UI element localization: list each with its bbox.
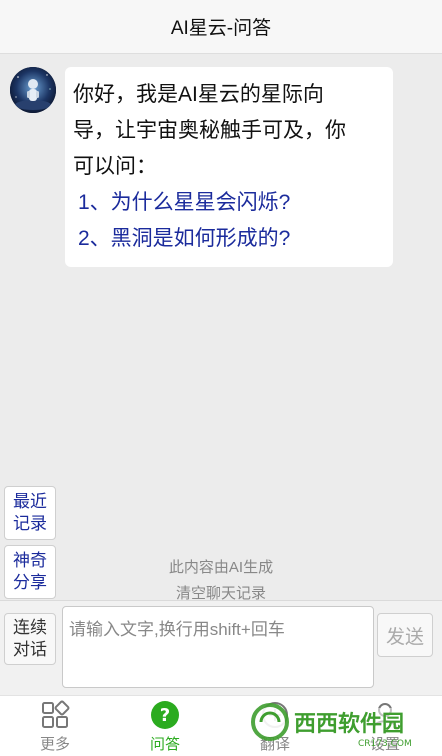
suggested-question-2[interactable]: 2、黑洞是如何形成的? [73,221,385,257]
continuous-dialog-label-1: 连续 [13,618,47,637]
question-icon: ? [151,701,179,729]
recent-records-label-2: 记录 [13,514,47,533]
tab-qa[interactable]: ? 问答 [110,696,220,756]
chat-area: 你好，我是AI星云的星际向 导，让宇宙奥秘触手可及，你 可以问： 1、为什么星星… [0,54,442,600]
bottom-tab-bar: 更多 ? 问答 翻译 设置 [0,695,442,756]
message-text-line: 导，让宇宙奥秘触手可及，你 [73,119,346,142]
page-title: AI星云-问答 [170,18,272,39]
svg-text:?: ? [160,705,170,726]
tab-settings-label: 设置 [369,736,400,753]
continuous-dialog-button[interactable]: 连续 对话 [4,613,56,665]
input-bar: 连续对话 发送 [0,600,442,695]
message-text-line: 你好，我是AI星云的星际向 [73,83,324,106]
bot-message-bubble: 你好，我是AI星云的星际向 导，让宇宙奥秘触手可及，你 可以问： 1、为什么星星… [65,67,393,267]
tab-more-label: 更多 [39,736,70,753]
message-text-line: 可以问： [73,155,157,178]
astronaut-avatar-icon [10,67,56,113]
tab-qa-label: 问答 [149,736,180,753]
ai-generated-notice: 此内容由AI生成 [168,559,274,576]
tab-settings[interactable]: 设置 [330,696,440,756]
app-header: AI星云-问答 [0,0,442,54]
tab-translate[interactable]: 翻译 [220,696,330,756]
message-input[interactable] [62,606,374,688]
continuous-dialog-label-2: 对话 [13,640,47,659]
suggested-question-1[interactable]: 1、为什么星星会闪烁? [73,185,385,221]
recent-records-label-1: 最近 [13,492,47,511]
grid-icon [42,700,70,728]
translate-icon [262,702,288,728]
user-settings-icon [373,703,397,729]
tab-more[interactable]: 更多 [0,696,110,756]
send-button[interactable]: 发送 [377,613,433,657]
recent-records-button[interactable]: 最近 记录 [4,486,56,540]
tab-translate-label: 翻译 [259,736,290,753]
bot-avatar [10,67,56,113]
